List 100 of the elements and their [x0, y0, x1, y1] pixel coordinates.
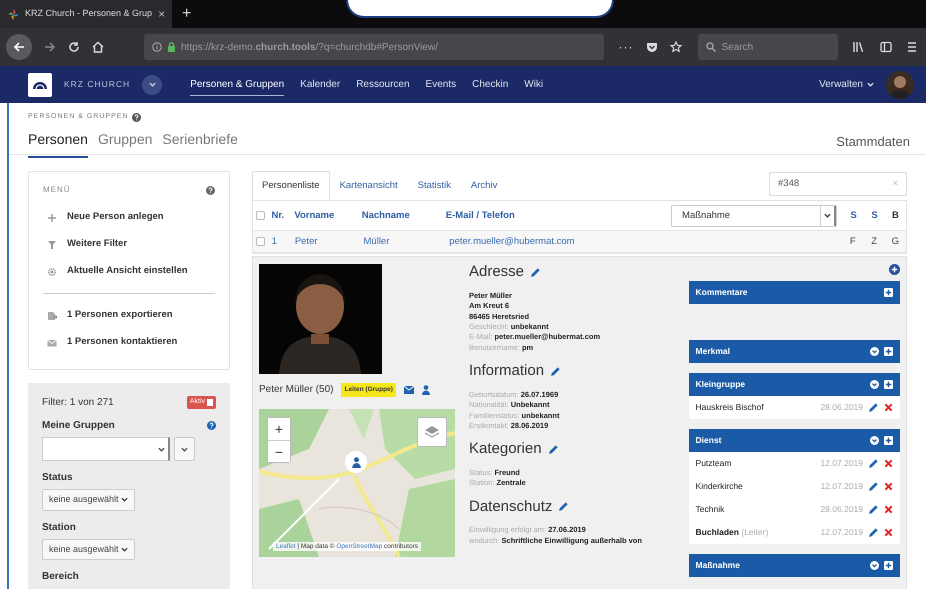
more-actions-button[interactable]: ···: [618, 38, 634, 56]
caret-icon: [158, 446, 165, 452]
item-date: 28.06.2019: [820, 503, 863, 516]
pencil-icon[interactable]: [530, 267, 542, 278]
column-header[interactable]: Nachname: [358, 208, 442, 223]
column-header[interactable]: S: [843, 208, 864, 223]
filter-dropdown[interactable]: keine ausgewählt: [42, 489, 135, 510]
back-arrow-icon: [13, 41, 25, 53]
person-name: Peter Müller (50): [259, 383, 334, 398]
filter-dropdown[interactable]: keine ausgewählt: [42, 538, 135, 560]
column-header[interactable]: S: [864, 208, 885, 223]
add-square-icon[interactable]: [884, 347, 893, 356]
add-circle-icon[interactable]: [889, 264, 900, 276]
avatar-icon[interactable]: [886, 70, 914, 98]
menu-item[interactable]: Weitere Filter: [43, 231, 215, 258]
chevron-circle-icon[interactable]: [870, 347, 879, 356]
row-checkbox[interactable]: [256, 237, 265, 246]
browser-tab[interactable]: KRZ Church - Personen & Grup ×: [0, 0, 172, 28]
nav-link[interactable]: Wiki: [524, 74, 544, 96]
page-tab[interactable]: Serienbriefe: [162, 126, 238, 158]
column-header[interactable]: Vorname: [290, 208, 358, 223]
logo-icon[interactable]: [28, 72, 52, 96]
panel-header[interactable]: Merkmal: [688, 340, 900, 364]
quick-search-field[interactable]: #348 ×: [769, 172, 907, 196]
view-tab[interactable]: Archiv: [460, 171, 508, 200]
pencil-icon[interactable]: [868, 527, 879, 538]
add-square-icon[interactable]: [884, 288, 893, 298]
item-name: Technik: [696, 503, 724, 516]
dropdown-button[interactable]: [142, 74, 162, 94]
add-square-icon[interactable]: [884, 380, 893, 390]
layers-button[interactable]: [417, 417, 447, 448]
lock-icon: [167, 42, 176, 52]
add-square-icon[interactable]: [884, 561, 893, 570]
library-icon[interactable]: [852, 41, 864, 53]
select-all-checkbox[interactable]: [256, 211, 264, 220]
delete-icon[interactable]: [884, 459, 893, 468]
nav-link[interactable]: Events: [426, 74, 456, 96]
pencil-icon[interactable]: [868, 481, 879, 492]
add-square-icon[interactable]: [884, 436, 893, 446]
table-cell-text: 1: [270, 234, 278, 249]
pencil-icon[interactable]: [548, 444, 559, 456]
menu-item[interactable]: Neue Person anlegen: [43, 204, 215, 231]
help-icon[interactable]: [206, 186, 215, 194]
delete-icon[interactable]: [884, 482, 893, 492]
close-tab-button[interactable]: ×: [158, 5, 166, 23]
zoom-out-button[interactable]: −: [268, 440, 290, 462]
delete-icon[interactable]: [884, 505, 893, 514]
nav-link[interactable]: Kalender: [300, 74, 340, 96]
pencil-icon[interactable]: [868, 402, 879, 414]
menu-icon[interactable]: [908, 41, 916, 53]
chevron-circle-icon[interactable]: [870, 380, 879, 390]
new-tab-button[interactable]: +: [172, 2, 202, 26]
menu-item[interactable]: Aktuelle Ansicht einstellen: [43, 258, 215, 285]
column-select[interactable]: Maßnahme: [671, 204, 838, 227]
view-tab[interactable]: Statistik: [408, 171, 461, 200]
menu-item[interactable]: 1 Personen kontaktieren: [43, 329, 215, 356]
section-title: Adresse: [469, 264, 524, 281]
help-icon[interactable]: [207, 421, 216, 430]
pencil-icon[interactable]: [550, 366, 562, 377]
column-header[interactable]: Nr.: [268, 208, 290, 223]
sidebar-icon[interactable]: [880, 41, 892, 53]
envelope-icon[interactable]: [404, 386, 414, 394]
item-name: Hauskreis Bischof: [696, 401, 764, 414]
pencil-icon[interactable]: [558, 501, 570, 512]
chevron-circle-icon[interactable]: [870, 436, 879, 446]
delete-icon[interactable]: [884, 528, 893, 538]
home-icon[interactable]: [92, 41, 104, 53]
section-title: Information: [469, 363, 544, 380]
help-icon[interactable]: [132, 112, 142, 122]
person-icon[interactable]: [422, 384, 430, 395]
pencil-icon[interactable]: [868, 504, 879, 516]
nav-link[interactable]: Ressourcen: [356, 74, 410, 96]
back-button[interactable]: [6, 34, 32, 60]
forward-arrow-icon[interactable]: [44, 41, 56, 53]
reload-icon[interactable]: [68, 41, 80, 53]
column-header[interactable]: E-Mail / Telefon: [442, 208, 666, 223]
star-icon[interactable]: [670, 41, 682, 53]
panel-header[interactable]: Maßnahme: [688, 554, 900, 578]
pencil-icon[interactable]: [868, 458, 879, 470]
nav-link[interactable]: Personen & Gruppen: [190, 74, 284, 96]
chevron-circle-icon[interactable]: [870, 561, 879, 570]
pocket-icon[interactable]: [646, 41, 658, 53]
item-date: 12.07.2019: [820, 457, 863, 470]
panel-header[interactable]: Dienst: [688, 429, 900, 452]
item-name: Putzteam: [696, 457, 732, 470]
view-tab[interactable]: Personenliste: [252, 171, 330, 200]
menu-item[interactable]: 1 Personen exportieren: [43, 302, 215, 329]
panel-header[interactable]: Kommentare: [688, 281, 900, 304]
chevron-down-icon: [120, 546, 128, 552]
panel-header[interactable]: Kleingruppe: [688, 373, 900, 396]
view-tab[interactable]: Kartenansicht: [330, 171, 408, 200]
master-data-link[interactable]: Stammdaten: [836, 132, 910, 152]
nav-link[interactable]: Checkin: [472, 74, 508, 96]
delete-icon[interactable]: [884, 403, 893, 412]
item-date: 28.06.2019: [820, 401, 863, 414]
page-tab[interactable]: Personen: [28, 126, 88, 158]
item-date: 12.07.2019: [820, 480, 863, 494]
admin-menu[interactable]: Verwalten: [819, 77, 874, 92]
table-cell-text: Z: [870, 234, 878, 249]
page-tab[interactable]: Gruppen: [98, 126, 152, 158]
